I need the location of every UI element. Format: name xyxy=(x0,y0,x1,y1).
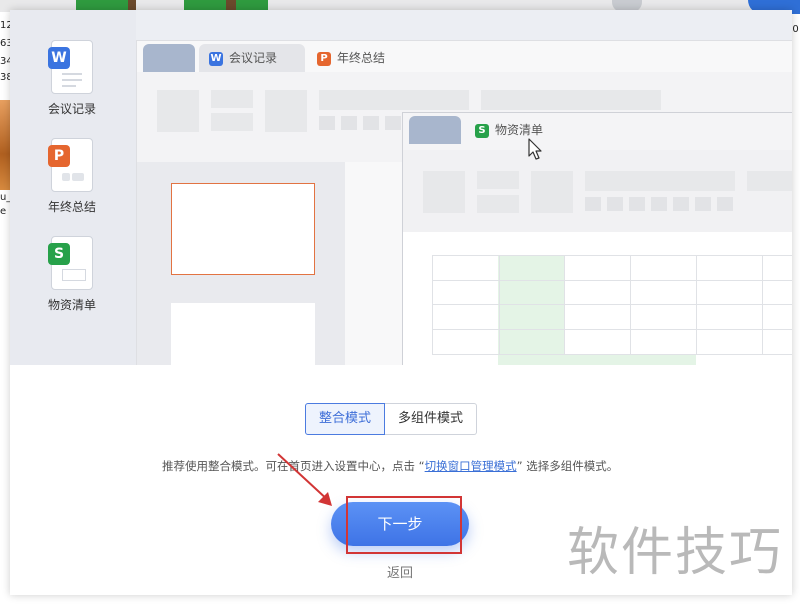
mouse-cursor-icon xyxy=(528,138,542,160)
toolbar-block xyxy=(319,116,335,130)
tab-label: 年终总结 xyxy=(337,51,386,65)
slide-thumbnail-selected xyxy=(171,183,315,275)
sidebar-item-meeting-notes[interactable]: W 会议记录 xyxy=(32,40,112,117)
presentation-badge-icon: P xyxy=(48,145,70,167)
desktop-text-fragment: e xyxy=(0,206,7,217)
back-link[interactable]: 返回 xyxy=(387,562,413,581)
toolbar-block xyxy=(211,90,253,108)
mode-hint-text: 推荐使用整合模式。可在首页进入设置中心，点击 “切换窗口管理模式” 选择多组件模… xyxy=(162,458,618,474)
toolbar-block xyxy=(585,171,735,191)
desktop-icon-fragment xyxy=(0,100,10,190)
toolbar-block xyxy=(423,171,465,213)
writer-doc-icon: W xyxy=(48,40,93,94)
file-sidebar: W 会议记录 P 年终总结 S 物资清单 xyxy=(10,10,136,365)
toolbar-block xyxy=(747,171,792,191)
toolbar-block xyxy=(695,197,711,211)
toolbar-block xyxy=(477,171,519,189)
toolbar-block xyxy=(607,197,623,211)
toolbar-block xyxy=(629,197,645,211)
watermark-text: 软件技巧 xyxy=(567,523,784,583)
sidebar-item-supplies-list[interactable]: S 物资清单 xyxy=(32,236,112,313)
tab-meeting-notes: W 会议记录 xyxy=(199,44,305,72)
sidebar-item-label: 物资清单 xyxy=(47,298,96,312)
mode-preview: W 会议记录 P 年终总结 S 物资清单 xyxy=(136,10,792,365)
toolbar-block xyxy=(481,90,661,110)
desktop-icon-fragment xyxy=(226,0,236,10)
toolbar-block xyxy=(319,90,469,110)
toolbar-block xyxy=(211,113,253,131)
mode-toggle: 整合模式 多组件模式 xyxy=(305,403,478,435)
slide-thumbnail xyxy=(171,303,315,365)
toolbar-block xyxy=(717,197,733,211)
sheet-selected-row xyxy=(564,355,696,365)
toolbar-block xyxy=(341,116,357,130)
writer-tab-icon: W xyxy=(209,51,223,66)
spreadsheet-doc-icon: S xyxy=(48,236,93,290)
integrated-mode-button[interactable]: 整合模式 xyxy=(305,403,386,435)
sidebar-item-label: 会议记录 xyxy=(47,102,96,116)
spreadsheet-tab-icon: S xyxy=(475,123,489,138)
window-mode-dialog: W 会议记录 P 年终总结 S 物资清单 W 会议记录 P 年终总结 S 物资清… xyxy=(10,10,792,595)
writer-badge-icon: W xyxy=(48,47,70,69)
desktop-icon-fragment xyxy=(76,0,134,10)
toolbar-block xyxy=(531,171,573,213)
tab-label: 物资清单 xyxy=(495,123,544,137)
tab-year-end-summary: P 年终总结 xyxy=(307,44,413,72)
multi-component-mode-button[interactable]: 多组件模式 xyxy=(385,403,478,435)
preview-window-multi: S 物资清单 xyxy=(402,112,792,365)
desktop-icon-fragment xyxy=(128,0,136,10)
tab-supplies-list: S 物资清单 xyxy=(465,116,571,144)
sidebar-item-label: 年终总结 xyxy=(47,200,96,214)
toolbar-block xyxy=(385,116,401,130)
presentation-doc-icon: P xyxy=(48,138,93,192)
hint-suffix: ” 选择多组件模式。 xyxy=(516,459,619,473)
toolbar-block xyxy=(477,195,519,213)
toolbar-block xyxy=(363,116,379,130)
toolbar-block xyxy=(157,90,199,132)
tab-label: 会议记录 xyxy=(229,51,278,65)
spreadsheet-badge-icon: S xyxy=(48,243,70,265)
toolbar-block xyxy=(673,197,689,211)
sidebar-item-year-end-summary[interactable]: P 年终总结 xyxy=(32,138,112,215)
toolbar-block xyxy=(585,197,601,211)
tab-placeholder xyxy=(143,44,195,72)
toolbar-block xyxy=(265,90,307,132)
toolbar-block xyxy=(651,197,667,211)
presentation-tab-icon: P xyxy=(317,51,331,66)
highlight-annotation-box xyxy=(346,496,462,554)
annotation-arrow-icon xyxy=(277,453,332,506)
switch-window-mode-link[interactable]: 切换窗口管理模式 xyxy=(425,459,517,473)
tab-placeholder xyxy=(409,116,461,144)
